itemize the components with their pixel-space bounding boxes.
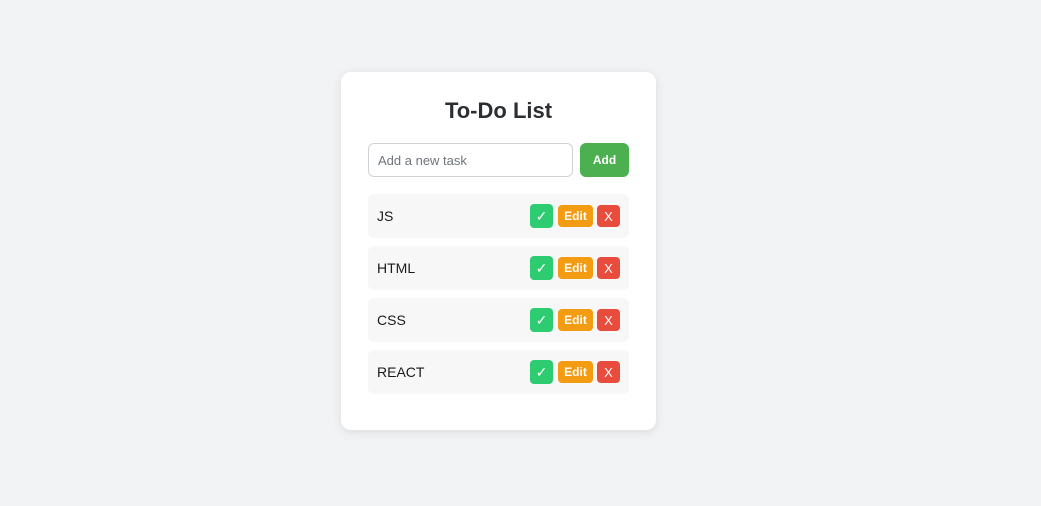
task-label: CSS [377, 312, 406, 328]
task-item: CSS ✓ Edit X [368, 298, 629, 342]
complete-button[interactable]: ✓ [530, 360, 553, 384]
edit-button[interactable]: Edit [558, 205, 593, 227]
delete-button[interactable]: X [597, 309, 620, 331]
task-item: REACT ✓ Edit X [368, 350, 629, 394]
task-actions: ✓ Edit X [530, 308, 620, 332]
task-actions: ✓ Edit X [530, 360, 620, 384]
complete-button[interactable]: ✓ [530, 204, 553, 228]
task-actions: ✓ Edit X [530, 204, 620, 228]
task-label: REACT [377, 364, 425, 380]
add-task-form: Add [368, 143, 629, 177]
delete-button[interactable]: X [597, 257, 620, 279]
task-item: JS ✓ Edit X [368, 194, 629, 238]
delete-button[interactable]: X [597, 205, 620, 227]
complete-button[interactable]: ✓ [530, 308, 553, 332]
edit-button[interactable]: Edit [558, 257, 593, 279]
task-item: HTML ✓ Edit X [368, 246, 629, 290]
edit-button[interactable]: Edit [558, 361, 593, 383]
edit-button[interactable]: Edit [558, 309, 593, 331]
add-button[interactable]: Add [580, 143, 629, 177]
todo-card: To-Do List Add JS ✓ Edit X HTML ✓ Edit X… [341, 72, 656, 430]
task-input[interactable] [368, 143, 573, 177]
delete-button[interactable]: X [597, 361, 620, 383]
task-label: HTML [377, 260, 416, 276]
task-list: JS ✓ Edit X HTML ✓ Edit X CSS ✓ Edit X R… [368, 194, 629, 394]
task-actions: ✓ Edit X [530, 256, 620, 280]
task-label: JS [377, 208, 394, 224]
complete-button[interactable]: ✓ [530, 256, 553, 280]
page-title: To-Do List [444, 98, 553, 123]
